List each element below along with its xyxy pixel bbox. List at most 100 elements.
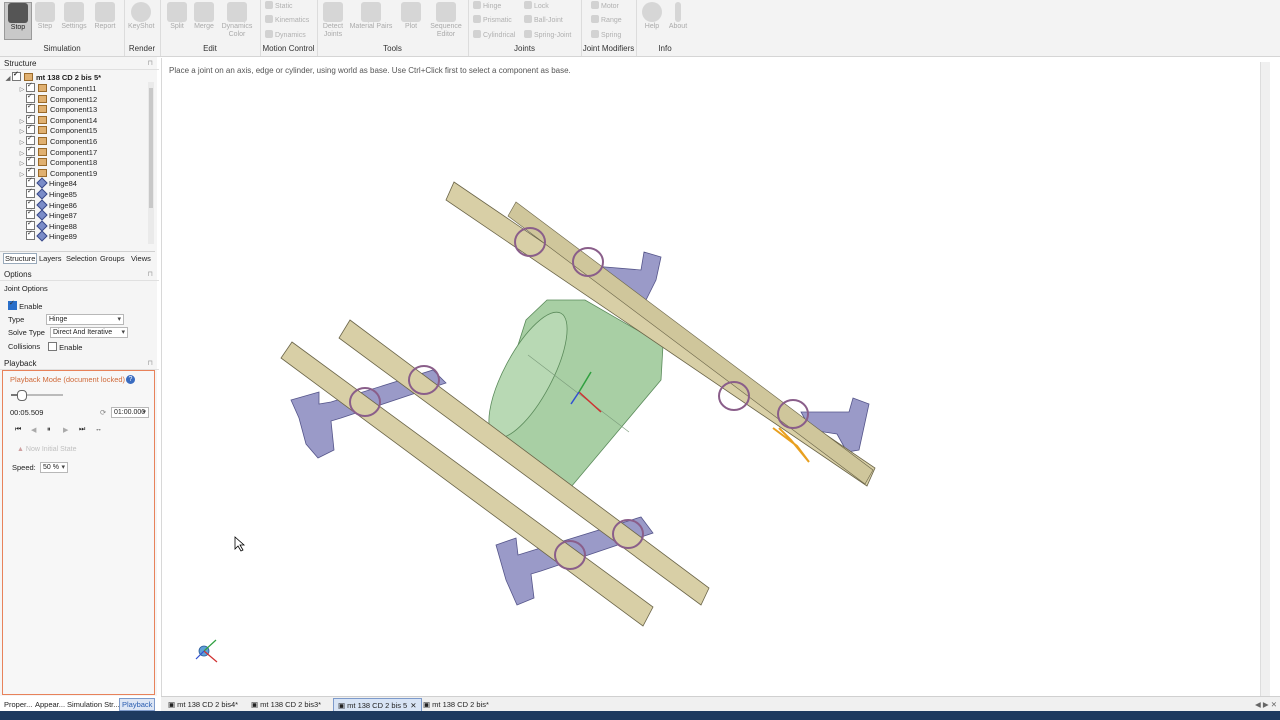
- enable-checkbox[interactable]: [8, 299, 17, 310]
- ribbon: Stop Step Settings Report Simulation Key…: [0, 0, 1280, 57]
- stop-icon: [8, 3, 28, 23]
- tree-item-label: Component17: [50, 147, 98, 157]
- help-button[interactable]: Help: [639, 2, 665, 31]
- ribbon-group-label: Tools: [383, 44, 402, 53]
- loop-icon[interactable]: ⟳: [100, 408, 106, 417]
- step-button[interactable]: Step: [32, 2, 58, 31]
- loop-mode-icon[interactable]: ↔: [95, 426, 102, 433]
- tree-root[interactable]: ◢mt 138 CD 2 bis 5*: [4, 70, 101, 85]
- tab-playback[interactable]: Playback: [119, 698, 156, 711]
- pin-icon[interactable]: ⊓: [148, 58, 153, 69]
- doc-icon: ▣: [338, 701, 348, 710]
- split-button[interactable]: Split: [164, 2, 190, 31]
- tree-item-label: Hinge89: [49, 232, 77, 242]
- static-option[interactable]: Static: [265, 1, 293, 12]
- tab-scroll-controls[interactable]: ◀ ▶ ✕: [1251, 698, 1280, 711]
- range-button[interactable]: Range: [591, 15, 622, 26]
- tab-layers[interactable]: Layers: [39, 254, 62, 263]
- doc-tab[interactable]: ▣ mt 138 CD 2 bis3*: [247, 698, 325, 711]
- spring-button[interactable]: Spring: [591, 30, 621, 41]
- ball-joint-button[interactable]: Ball-Joint: [524, 15, 563, 26]
- component-icon: [38, 147, 47, 156]
- collisions-checkbox[interactable]: [48, 342, 57, 351]
- enable-row[interactable]: Enable: [8, 299, 42, 311]
- tree-item-hinge[interactable]: Hinge89: [18, 229, 77, 243]
- playback-slider[interactable]: [11, 390, 63, 401]
- kinematics-option[interactable]: Kinematics: [265, 15, 309, 26]
- viewport-scrollbar[interactable]: [1260, 62, 1270, 696]
- tab-simulation-structure[interactable]: Simulation Str...: [67, 700, 120, 709]
- orient-y-axis: [203, 639, 217, 652]
- type-select[interactable]: Hinge: [46, 314, 124, 325]
- type-label: Type: [8, 315, 25, 324]
- tab-views[interactable]: Views: [131, 254, 151, 263]
- end-time-field[interactable]: 01:00.000: [111, 407, 149, 418]
- keyshot-button[interactable]: KeyShot: [128, 2, 154, 31]
- doc-tab[interactable]: ▣ mt 138 CD 2 bis*: [419, 698, 493, 711]
- tab-groups[interactable]: Groups: [100, 254, 125, 263]
- tree-item-label: Component13: [50, 105, 98, 115]
- help-icon[interactable]: ?: [126, 375, 135, 384]
- now-initial-state-button[interactable]: ▲ Now Initial State: [17, 446, 76, 453]
- range-icon: [591, 15, 599, 23]
- warning-icon: ▲: [17, 446, 24, 453]
- component-icon: [38, 158, 47, 167]
- motor-button[interactable]: Motor: [591, 1, 619, 12]
- current-time: 00:05.509: [10, 408, 44, 417]
- prismatic-joint-button[interactable]: Prismatic: [473, 15, 512, 26]
- cylindrical-joint-button[interactable]: Cylindrical: [473, 30, 515, 41]
- pin-icon[interactable]: ⊓: [148, 358, 153, 369]
- solve-type-select[interactable]: Direct And Iterative: [50, 327, 128, 338]
- close-icon[interactable]: ✕: [410, 701, 416, 710]
- previous-frame-icon[interactable]: ◀: [31, 426, 36, 434]
- motor-icon: [591, 1, 599, 9]
- tree-item-label: Component15: [50, 126, 98, 136]
- tree-scrollbar[interactable]: [148, 82, 154, 244]
- dynamics-option[interactable]: Dynamics: [265, 30, 306, 41]
- color-cube-icon: [227, 2, 247, 22]
- stop-button[interactable]: Stop: [4, 2, 32, 40]
- sequence-editor-button[interactable]: Sequence Editor: [427, 2, 465, 39]
- solve-type-label: Solve Type: [8, 328, 45, 337]
- hinge-joint-button[interactable]: Hinge: [473, 1, 501, 12]
- collisions-row[interactable]: Enable: [48, 342, 82, 352]
- doc-tab[interactable]: ▣ mt 138 CD 2 bis4*: [164, 698, 242, 711]
- tab-selection[interactable]: Selection: [66, 254, 97, 263]
- pause-icon[interactable]: ⏸: [47, 426, 51, 434]
- component-icon: [38, 94, 47, 103]
- 3d-viewport[interactable]: Place a joint on an axis, edge or cylind…: [161, 58, 1270, 696]
- next-frame-icon[interactable]: ▶: [63, 426, 68, 434]
- slider-thumb[interactable]: [17, 390, 28, 401]
- tab-properties[interactable]: Proper...: [4, 700, 32, 709]
- visibility-checkbox[interactable]: [12, 70, 21, 81]
- scene-3d[interactable]: [162, 58, 1270, 696]
- merge-button[interactable]: Merge: [191, 2, 217, 31]
- detect-joints-button[interactable]: Detect Joints: [320, 2, 346, 39]
- collapse-icon[interactable]: ◢: [4, 74, 12, 85]
- collisions-label: Collisions: [8, 342, 41, 351]
- keyshot-icon: [131, 2, 151, 22]
- dynamics-color-button[interactable]: Dynamics Color: [220, 2, 254, 39]
- tab-appearance[interactable]: Appear...: [35, 700, 65, 709]
- kinematics-icon: [265, 15, 273, 23]
- ribbon-group-label: Simulation: [43, 44, 81, 53]
- plot-button[interactable]: Plot: [398, 2, 424, 31]
- settings-button[interactable]: Settings: [61, 2, 87, 31]
- material-pairs-button[interactable]: Material Pairs: [349, 2, 393, 31]
- doc-icon: ▣: [168, 700, 178, 709]
- ribbon-group-label: Info: [658, 44, 672, 53]
- spring-joint-button[interactable]: Spring-Joint: [524, 30, 571, 41]
- last-frame-icon[interactable]: ⏭: [79, 426, 85, 434]
- pin-icon[interactable]: ⊓: [148, 269, 153, 280]
- speed-field[interactable]: 50 %: [40, 462, 68, 473]
- first-frame-icon[interactable]: ⏮: [15, 426, 21, 434]
- tree-item-label: Component16: [50, 137, 98, 146]
- tab-structure[interactable]: Structure: [3, 253, 38, 264]
- lock-joint-button[interactable]: Lock: [524, 1, 549, 12]
- component-icon: [38, 168, 47, 177]
- report-button[interactable]: Report: [92, 2, 118, 31]
- speed-label: Speed:: [12, 463, 36, 472]
- scrollbar-thumb[interactable]: [149, 88, 153, 208]
- about-button[interactable]: About: [665, 2, 691, 31]
- visibility-checkbox[interactable]: [26, 229, 35, 241]
